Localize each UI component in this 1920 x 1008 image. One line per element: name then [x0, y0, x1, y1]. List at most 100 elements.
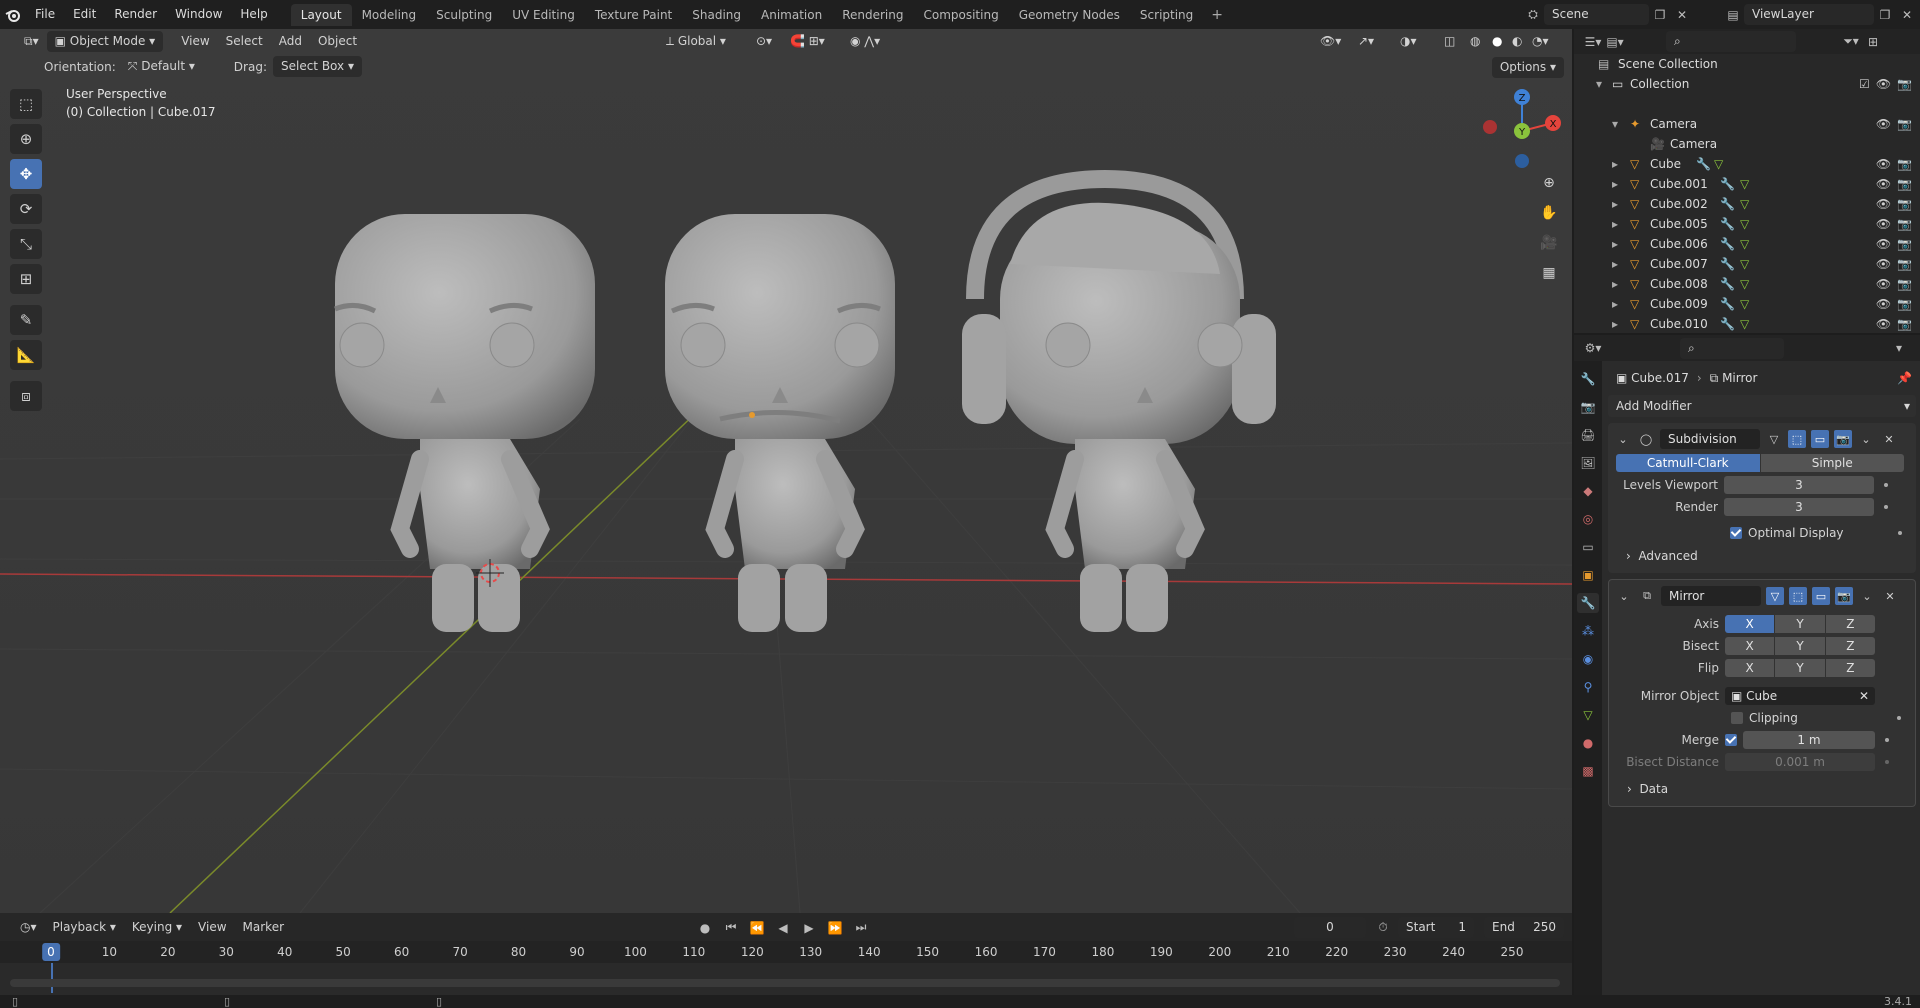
menu-render[interactable]: Render — [105, 0, 166, 29]
new-scene-icon[interactable]: ❐ — [1649, 4, 1671, 25]
filter-icon[interactable]: ⏷▾ — [1840, 31, 1862, 52]
modifier-tab-icon[interactable]: 🔧 — [1577, 593, 1599, 613]
camera-restrict-icon[interactable]: 📷 — [1897, 114, 1912, 134]
delete-view-layer-icon[interactable]: ✕ — [1896, 4, 1918, 25]
eye-icon[interactable]: 👁 — [1876, 314, 1891, 334]
tool-tab-icon[interactable]: 🔧 — [1577, 369, 1599, 389]
viewport-display-icon[interactable]: ▭ — [1811, 430, 1829, 448]
view-layer-selector[interactable]: ▤ ViewLayer ❐ ✕ — [1722, 3, 1918, 26]
scene-tab-icon[interactable]: ◆ — [1577, 481, 1599, 501]
particles-tab-icon[interactable]: ⁂ — [1577, 621, 1599, 641]
view-layer-tab-icon[interactable]: 🖼 — [1577, 453, 1599, 473]
camera-restrict-icon[interactable]: 📷 — [1897, 74, 1912, 94]
object-tab-icon[interactable]: ▣ — [1577, 565, 1599, 585]
data-subpanel[interactable]: › Data — [1609, 778, 1915, 800]
jump-keyframe-forward-icon[interactable]: ⏩ — [824, 917, 846, 938]
navigation-gizmo[interactable]: Z X Y — [1478, 87, 1566, 177]
bisect-distance-field[interactable]: 0.001 m — [1725, 753, 1875, 771]
outliner-item[interactable]: ▸ ▽ 🔧 ▽ 👁 📷 Cube.010 — [1574, 314, 1920, 334]
annotate-tool-icon[interactable]: ✎ — [10, 305, 42, 335]
eye-icon[interactable]: 👁 — [1876, 234, 1891, 254]
cursor-tool-icon[interactable]: ⊕ — [10, 124, 42, 154]
eye-icon[interactable]: 👁 — [1876, 214, 1891, 234]
add-cube-tool-icon[interactable]: ⧈ — [10, 381, 42, 411]
properties-search-input[interactable]: ⌕ — [1680, 337, 1784, 359]
collapse-chevron-icon[interactable]: ⌄ — [1615, 587, 1633, 605]
new-view-layer-icon[interactable]: ❐ — [1874, 4, 1896, 25]
checkbox-icon[interactable]: ☑ — [1859, 74, 1870, 94]
camera-restrict-icon[interactable]: 📷 — [1897, 234, 1912, 254]
outliner-item[interactable]: ▸ ▽ 🔧 ▽ 👁 📷 Cube.009 — [1574, 294, 1920, 314]
zoom-icon[interactable]: ⊕ — [1536, 171, 1562, 195]
eye-icon[interactable]: 👁 — [1876, 174, 1891, 194]
texture-tab-icon[interactable]: ▩ — [1577, 761, 1599, 781]
options-dropdown[interactable]: Options ▾ — [1491, 57, 1564, 78]
properties-editor-type-icon[interactable]: ⚙▾ — [1582, 338, 1604, 359]
outliner-scene-collection[interactable]: ▤ Scene Collection — [1574, 54, 1920, 74]
menu-edit[interactable]: Edit — [64, 0, 105, 29]
pivot-point-icon[interactable]: ⊙▾ — [748, 31, 780, 52]
outliner-collection[interactable]: ▾ ▭ ☑ 👁 📷 Collection — [1574, 74, 1920, 94]
add-modifier-dropdown[interactable]: Add Modifier ▾ — [1608, 395, 1916, 417]
tab-animation[interactable]: Animation — [751, 4, 832, 26]
display-mode-icon[interactable]: ▤▾ — [1604, 31, 1626, 52]
overlays-icon[interactable]: ◑▾ — [1392, 31, 1425, 52]
edit-mode-icon[interactable]: ⬚ — [1789, 587, 1807, 605]
camera-restrict-icon[interactable]: 📷 — [1897, 174, 1912, 194]
bisect-z-toggle[interactable]: Z — [1825, 637, 1875, 655]
measure-tool-icon[interactable]: 📐 — [10, 340, 42, 370]
camera-restrict-icon[interactable]: 📷 — [1897, 254, 1912, 274]
editor-type-icon[interactable]: ⧉▾ — [16, 31, 47, 52]
outliner-item[interactable]: ▸ ▽ 🔧 ▽ 👁 📷 Cube.005 — [1574, 214, 1920, 234]
constraints-tab-icon[interactable]: ⚲ — [1577, 677, 1599, 697]
outliner-item[interactable]: ▸ ▽ 🔧 ▽ 👁 📷 Cube.008 — [1574, 274, 1920, 294]
camera-restrict-icon[interactable]: 📷 — [1897, 194, 1912, 214]
eye-icon[interactable]: 👁 — [1876, 274, 1891, 294]
outliner-item[interactable]: ▸ ▽ 🔧 ▽ 👁 📷 Cube.001 — [1574, 174, 1920, 194]
visibility-icon[interactable]: 👁▾ — [1312, 31, 1349, 52]
render-tab-icon[interactable]: 📷 — [1577, 397, 1599, 417]
outliner-item[interactable]: ▾ ✦ 👁 📷 Camera — [1574, 114, 1920, 134]
jump-keyframe-back-icon[interactable]: ⏪ — [746, 917, 768, 938]
transform-tool-icon[interactable]: ⊞ — [10, 264, 42, 294]
viewport-menu-select[interactable]: Select — [218, 31, 271, 52]
subdivision-name-field[interactable]: Subdivision — [1660, 429, 1760, 449]
gizmo-toggle-icon[interactable]: ↗▾ — [1350, 31, 1382, 52]
mirror-object-field[interactable]: ▣ Cube ✕ — [1725, 687, 1875, 705]
outliner-item[interactable]: ▸ ▽ 🔧 ▽ 👁 📷 Cube.002 — [1574, 194, 1920, 214]
outliner-item[interactable]: ▸ ▽ 🔧 ▽ 👁 📷 Cube — [1574, 154, 1920, 174]
eye-icon[interactable]: 👁 — [1876, 114, 1891, 134]
timeline-editor-type-icon[interactable]: ◷▾ — [12, 917, 45, 938]
pan-hand-icon[interactable]: ✋ — [1536, 201, 1562, 225]
move-tool-icon[interactable]: ✥ — [10, 159, 42, 189]
delete-modifier-icon[interactable]: ✕ — [1880, 430, 1898, 448]
outliner-item[interactable]: ▸ ▽ 🔧 ▽ 👁 📷 Cube.006 — [1574, 234, 1920, 254]
camera-restrict-icon[interactable]: 📷 — [1897, 214, 1912, 234]
modifier-menu-icon[interactable]: ⌄ — [1857, 430, 1875, 448]
tab-layout[interactable]: Layout — [290, 3, 352, 26]
new-collection-icon[interactable]: ⊞ — [1862, 31, 1884, 52]
axis-x-toggle[interactable]: X — [1725, 615, 1775, 633]
eye-icon[interactable]: 👁 — [1876, 74, 1891, 94]
flip-y-toggle[interactable]: Y — [1775, 659, 1825, 677]
jump-end-icon[interactable]: ⏭ — [850, 917, 872, 938]
viewport-menu-view[interactable]: View — [173, 31, 217, 52]
axis-z-toggle[interactable]: Z — [1825, 615, 1875, 633]
clear-icon[interactable]: ✕ — [1859, 687, 1869, 705]
collapse-chevron-icon[interactable]: ⌄ — [1614, 430, 1632, 448]
scene-selector[interactable]: ⛭ Scene ❐ ✕ — [1522, 3, 1693, 26]
properties-options-icon[interactable]: ▾ — [1888, 338, 1910, 359]
drag-dropdown[interactable]: Select Box ▾ — [272, 56, 362, 77]
on-cage-icon[interactable]: ▽ — [1765, 430, 1783, 448]
start-frame-field[interactable]: Start 1 — [1398, 917, 1474, 938]
tab-modeling[interactable]: Modeling — [352, 4, 427, 26]
camera-restrict-icon[interactable]: 📷 — [1897, 274, 1912, 294]
camera-view-icon[interactable]: 🎥 — [1536, 231, 1562, 255]
bisect-x-toggle[interactable]: X — [1725, 637, 1775, 655]
render-levels-field[interactable]: 3 — [1724, 498, 1874, 516]
merge-distance-field[interactable]: 1 m — [1743, 731, 1875, 749]
tab-uv-editing[interactable]: UV Editing — [502, 4, 585, 26]
delete-modifier-icon[interactable]: ✕ — [1881, 587, 1899, 605]
optimal-display-checkbox[interactable] — [1730, 527, 1742, 539]
proportional-edit-icon[interactable]: ◉ ⋀▾ — [842, 31, 888, 52]
